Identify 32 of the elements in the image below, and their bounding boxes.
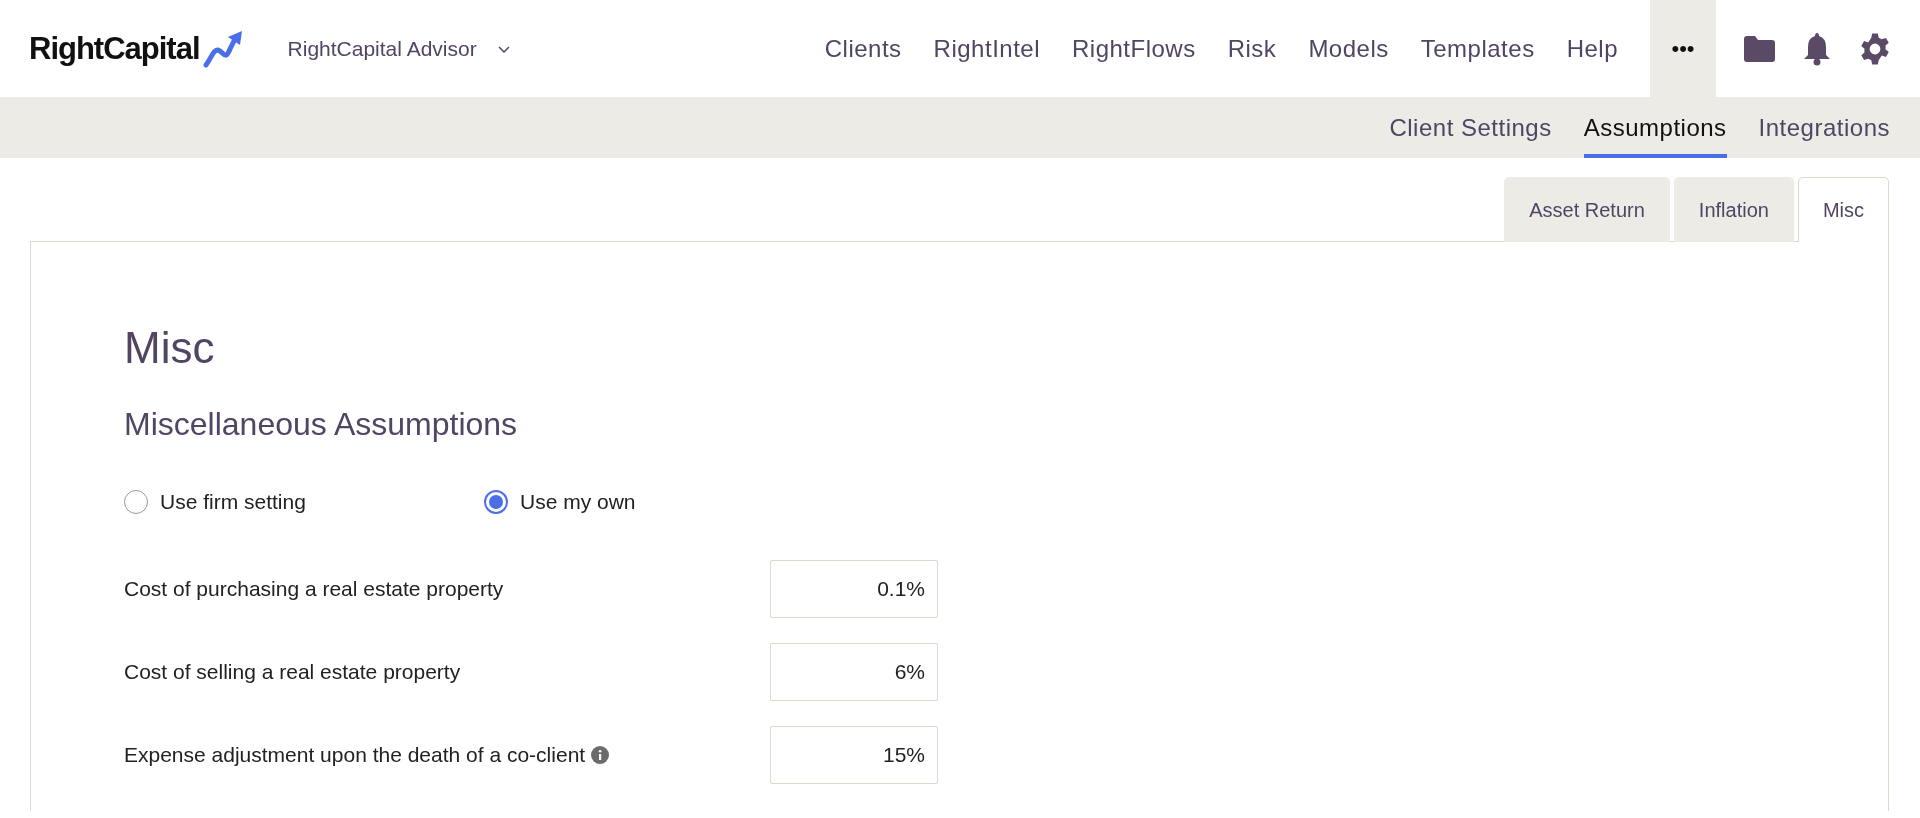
- field-label: Cost of purchasing a real estate property: [124, 577, 504, 601]
- nav-link[interactable]: Risk: [1227, 34, 1277, 63]
- nav-link[interactable]: RightFlows: [1072, 34, 1196, 63]
- nav-link[interactable]: Templates: [1420, 34, 1535, 63]
- nav-link[interactable]: Clients: [824, 34, 902, 63]
- nav-link[interactable]: Help: [1566, 34, 1618, 63]
- nav-link[interactable]: Models: [1308, 34, 1389, 63]
- folder-icon[interactable]: [1742, 34, 1776, 63]
- section-title: Miscellaneous Assumptions: [124, 406, 519, 443]
- subnav-tab[interactable]: Assumptions: [1583, 97, 1727, 158]
- radio-label: Use my own: [520, 490, 636, 514]
- percent-input[interactable]: 15%: [770, 726, 938, 784]
- tab[interactable]: Asset Return: [1504, 177, 1670, 242]
- radio-button[interactable]: [484, 490, 508, 514]
- panel-title: Misc: [124, 323, 216, 373]
- logo-text: RightCapital: [29, 30, 200, 67]
- field-label: Cost of selling a real estate property: [124, 660, 461, 684]
- settings-icon[interactable]: [1858, 31, 1892, 66]
- subnav-tab[interactable]: Integrations: [1758, 97, 1890, 158]
- account-name: RightCapital Advisor: [287, 36, 477, 61]
- subnav-tab[interactable]: Client Settings: [1389, 97, 1552, 158]
- tab[interactable]: Inflation: [1673, 177, 1794, 242]
- radio-label: Use firm setting: [160, 490, 306, 514]
- percent-input[interactable]: 0.1%: [770, 560, 938, 618]
- nav-link[interactable]: RightIntel: [933, 34, 1040, 63]
- info-icon[interactable]: [591, 746, 610, 764]
- tab[interactable]: Misc: [1797, 177, 1889, 242]
- percent-input[interactable]: 6%: [770, 643, 938, 701]
- field-label: Expense adjustment upon the death of a co-client: [124, 743, 586, 767]
- bell-icon[interactable]: [1802, 31, 1832, 66]
- logo-arrow-icon: [201, 28, 244, 69]
- more-button[interactable]: •••: [1650, 0, 1716, 97]
